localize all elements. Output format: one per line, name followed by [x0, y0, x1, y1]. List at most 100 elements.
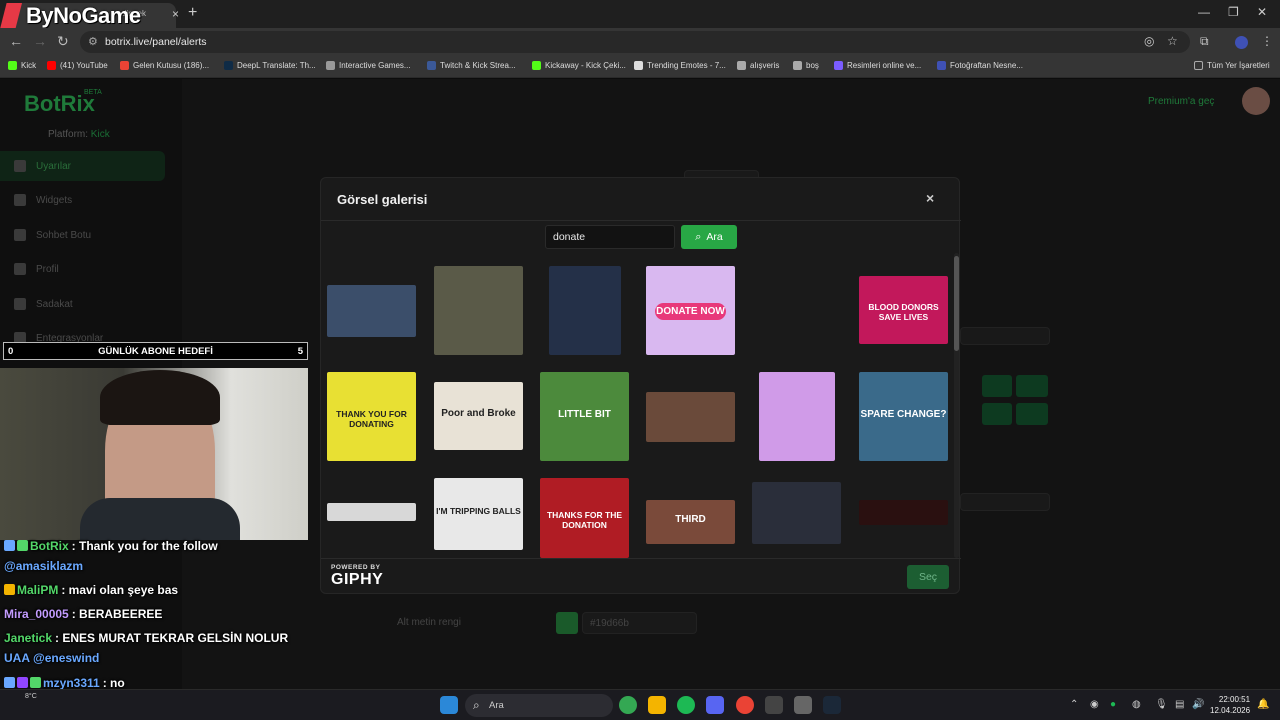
taskbar-search[interactable]: ⌕ Ara: [465, 694, 613, 717]
steam-icon[interactable]: [823, 696, 841, 714]
site-info-icon[interactable]: ⚙: [88, 35, 98, 48]
bookmark-favicon-icon: [120, 61, 129, 70]
notification-icon[interactable]: 🔔: [1257, 699, 1269, 710]
all-bookmarks[interactable]: Tüm Yer İşaretleri: [1194, 61, 1270, 70]
maximize-icon[interactable]: ❐: [1228, 5, 1239, 19]
gif-thumbnail[interactable]: Poor and Broke: [434, 382, 523, 450]
dropdown-right-2[interactable]: [960, 493, 1050, 511]
bookmark-item[interactable]: Gelen Kutusu (186)...: [120, 61, 209, 70]
user-avatar[interactable]: [1242, 87, 1270, 115]
link-button-1[interactable]: [1016, 375, 1048, 397]
bookmark-item[interactable]: alışveris: [737, 61, 779, 70]
address-bar[interactable]: ⚙ botrix.live/panel/alerts: [80, 31, 1190, 53]
tray-chevron-icon[interactable]: ⌃: [1070, 699, 1078, 710]
bookmark-item[interactable]: Resimleri online ve...: [834, 61, 921, 70]
microphone-icon[interactable]: 🎙: [1155, 699, 1168, 710]
sidebar-item-profile[interactable]: Profil: [0, 254, 165, 284]
gif-thumbnail[interactable]: [327, 503, 416, 521]
color-input[interactable]: #19d66b: [582, 612, 697, 634]
volume-icon[interactable]: 🔊: [1192, 699, 1204, 710]
tab-close-icon[interactable]: ×: [172, 7, 179, 21]
upload-button-2[interactable]: [982, 403, 1012, 425]
new-tab-icon[interactable]: +: [188, 4, 197, 22]
sidebar-item-alerts[interactable]: Uyarılar: [0, 151, 165, 181]
gif-thumbnail[interactable]: I'M TRIPPING BALLS: [434, 478, 523, 550]
sidebar-item-widgets[interactable]: Widgets: [0, 185, 165, 215]
bookmark-item[interactable]: Fotoğraftan Nesne...: [937, 61, 1023, 70]
gif-search-input[interactable]: [545, 225, 675, 249]
gif-thumbnail[interactable]: BLOOD DONORS SAVE LIVES: [859, 276, 948, 344]
bookmark-item[interactable]: DeepL Translate: Th...: [224, 61, 316, 70]
bookmark-label: Resimleri online ve...: [847, 61, 922, 70]
clock[interactable]: 22:00:51 12.04.2026: [1210, 694, 1250, 716]
bookmark-item[interactable]: Interactive Games...: [326, 61, 411, 70]
sidebar-item-chatbot[interactable]: Sohbet Botu: [0, 220, 165, 250]
link-button-2[interactable]: [1016, 403, 1048, 425]
sidebar-item-loyalty[interactable]: Sadakat: [0, 289, 165, 319]
chat-message: MaliPM: mavi olan şeye bas: [4, 583, 178, 597]
bookmark-star-icon[interactable]: ☆: [1167, 34, 1178, 48]
gif-thumbnail[interactable]: THANKS FOR THE DONATION: [540, 478, 629, 558]
chrome-icon[interactable]: [619, 696, 637, 714]
spotify-icon[interactable]: [677, 696, 695, 714]
bookmark-item[interactable]: Kickaway - Kick Çeki...: [532, 61, 626, 70]
color-swatch[interactable]: [556, 612, 578, 634]
select-button[interactable]: Seç: [907, 565, 949, 589]
app-icon[interactable]: [765, 696, 783, 714]
bookmark-item[interactable]: Trending Emotes - 7...: [634, 61, 726, 70]
bookmark-item[interactable]: (41) YouTube: [47, 61, 108, 70]
gif-thumbnail[interactable]: [548, 266, 621, 355]
gif-thumbnail[interactable]: [859, 500, 948, 525]
forward-icon[interactable]: →: [33, 33, 47, 49]
gif-thumbnail[interactable]: [327, 285, 416, 337]
chat-text: : BERABEEREE: [71, 607, 163, 621]
gif-thumbnail[interactable]: THIRD: [646, 500, 735, 544]
gif-thumbnail[interactable]: [752, 482, 841, 544]
network-icon[interactable]: ▤: [1175, 699, 1184, 710]
start-icon[interactable]: [440, 696, 458, 714]
back-icon[interactable]: ←: [9, 33, 23, 49]
settings-icon[interactable]: [794, 696, 812, 714]
goal-title: GÜNLÜK ABONE HEDEFİ: [98, 346, 213, 357]
profile-avatar-icon[interactable]: [1235, 36, 1248, 49]
gif-thumbnail[interactable]: LITTLE BIT: [540, 372, 629, 461]
gif-caption: THANK YOU FOR DONATING: [336, 408, 407, 429]
discord-icon[interactable]: [706, 696, 724, 714]
gif-thumbnail[interactable]: [646, 392, 735, 442]
chrome-active-icon[interactable]: [736, 696, 754, 714]
upload-button-1[interactable]: [982, 375, 1012, 397]
reload-icon[interactable]: ↻: [57, 33, 69, 50]
gif-thumbnail[interactable]: [434, 266, 523, 355]
gif-thumbnail[interactable]: [758, 372, 835, 461]
minimize-icon[interactable]: —: [1198, 5, 1210, 19]
gif-thumbnail[interactable]: THANK YOU FOR DONATING: [327, 372, 416, 461]
tracking-off-icon[interactable]: ◎: [1144, 34, 1154, 48]
bookmark-favicon-icon: [937, 61, 946, 70]
tray-spotify-icon[interactable]: ●: [1110, 699, 1116, 710]
bookmark-item[interactable]: Twitch & Kick Strea...: [427, 61, 516, 70]
bookmark-item[interactable]: Kick: [8, 61, 36, 70]
gif-thumbnail[interactable]: SPARE CHANGE?: [859, 372, 948, 461]
tray-discord-icon[interactable]: ◉: [1090, 699, 1099, 710]
close-icon[interactable]: ×: [926, 190, 934, 206]
divider: [321, 558, 961, 559]
file-explorer-icon[interactable]: [648, 696, 666, 714]
chat-text: @eneswind: [33, 651, 100, 665]
extensions-icon[interactable]: ⧉: [1200, 34, 1209, 49]
channel-logo-text: ByNoGame: [26, 3, 141, 28]
chat-message: BotRix: Thank you for the follow: [4, 539, 218, 553]
search-button[interactable]: ⌕ Ara: [681, 225, 737, 249]
premium-link[interactable]: Premium'a geç: [1148, 96, 1214, 107]
gif-thumbnail[interactable]: DONATE NOW: [646, 266, 735, 355]
menu-icon[interactable]: ⋮: [1261, 34, 1273, 48]
gif-thumbnail[interactable]: [752, 266, 841, 326]
tray-steam-icon[interactable]: ◍: [1132, 699, 1141, 710]
bookmark-item[interactable]: boş: [793, 61, 819, 70]
window-close-icon[interactable]: ✕: [1257, 5, 1267, 19]
chat-text: : mavi olan şeye bas: [61, 583, 179, 597]
scrollbar-thumb[interactable]: [954, 256, 959, 351]
sidebar-item-label: Widgets: [36, 194, 73, 206]
giphy-logo: GIPHY: [331, 571, 384, 588]
dropdown-right-1[interactable]: [960, 327, 1050, 345]
chat-username: Janetick: [4, 631, 53, 645]
